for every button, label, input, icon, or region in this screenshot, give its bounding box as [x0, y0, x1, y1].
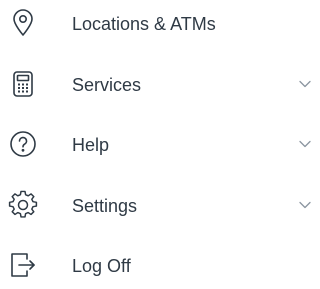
gear-icon — [8, 190, 38, 220]
chevron-down-icon[interactable] — [298, 77, 312, 91]
menu-item-services[interactable]: Services — [0, 62, 315, 108]
calculator-icon — [8, 69, 38, 99]
menu-item-label: Locations & ATMs — [72, 14, 216, 34]
side-menu: Locations & ATMs Services Help Settings … — [0, 0, 315, 289]
menu-item-settings[interactable]: Settings — [0, 183, 315, 229]
menu-item-help[interactable]: Help — [0, 122, 315, 168]
menu-item-locations[interactable]: Locations & ATMs — [0, 1, 315, 47]
log-off-icon — [8, 250, 38, 280]
menu-item-label: Settings — [72, 196, 138, 216]
menu-item-label: Help — [72, 135, 110, 155]
menu-item-log-off[interactable]: Log Off — [0, 243, 315, 289]
menu-item-label: Services — [72, 75, 142, 95]
chevron-down-icon[interactable] — [298, 198, 312, 212]
help-circle-icon — [8, 129, 38, 159]
menu-item-label: Log Off — [72, 256, 131, 276]
map-pin-icon — [8, 8, 38, 38]
chevron-down-icon[interactable] — [298, 137, 312, 151]
